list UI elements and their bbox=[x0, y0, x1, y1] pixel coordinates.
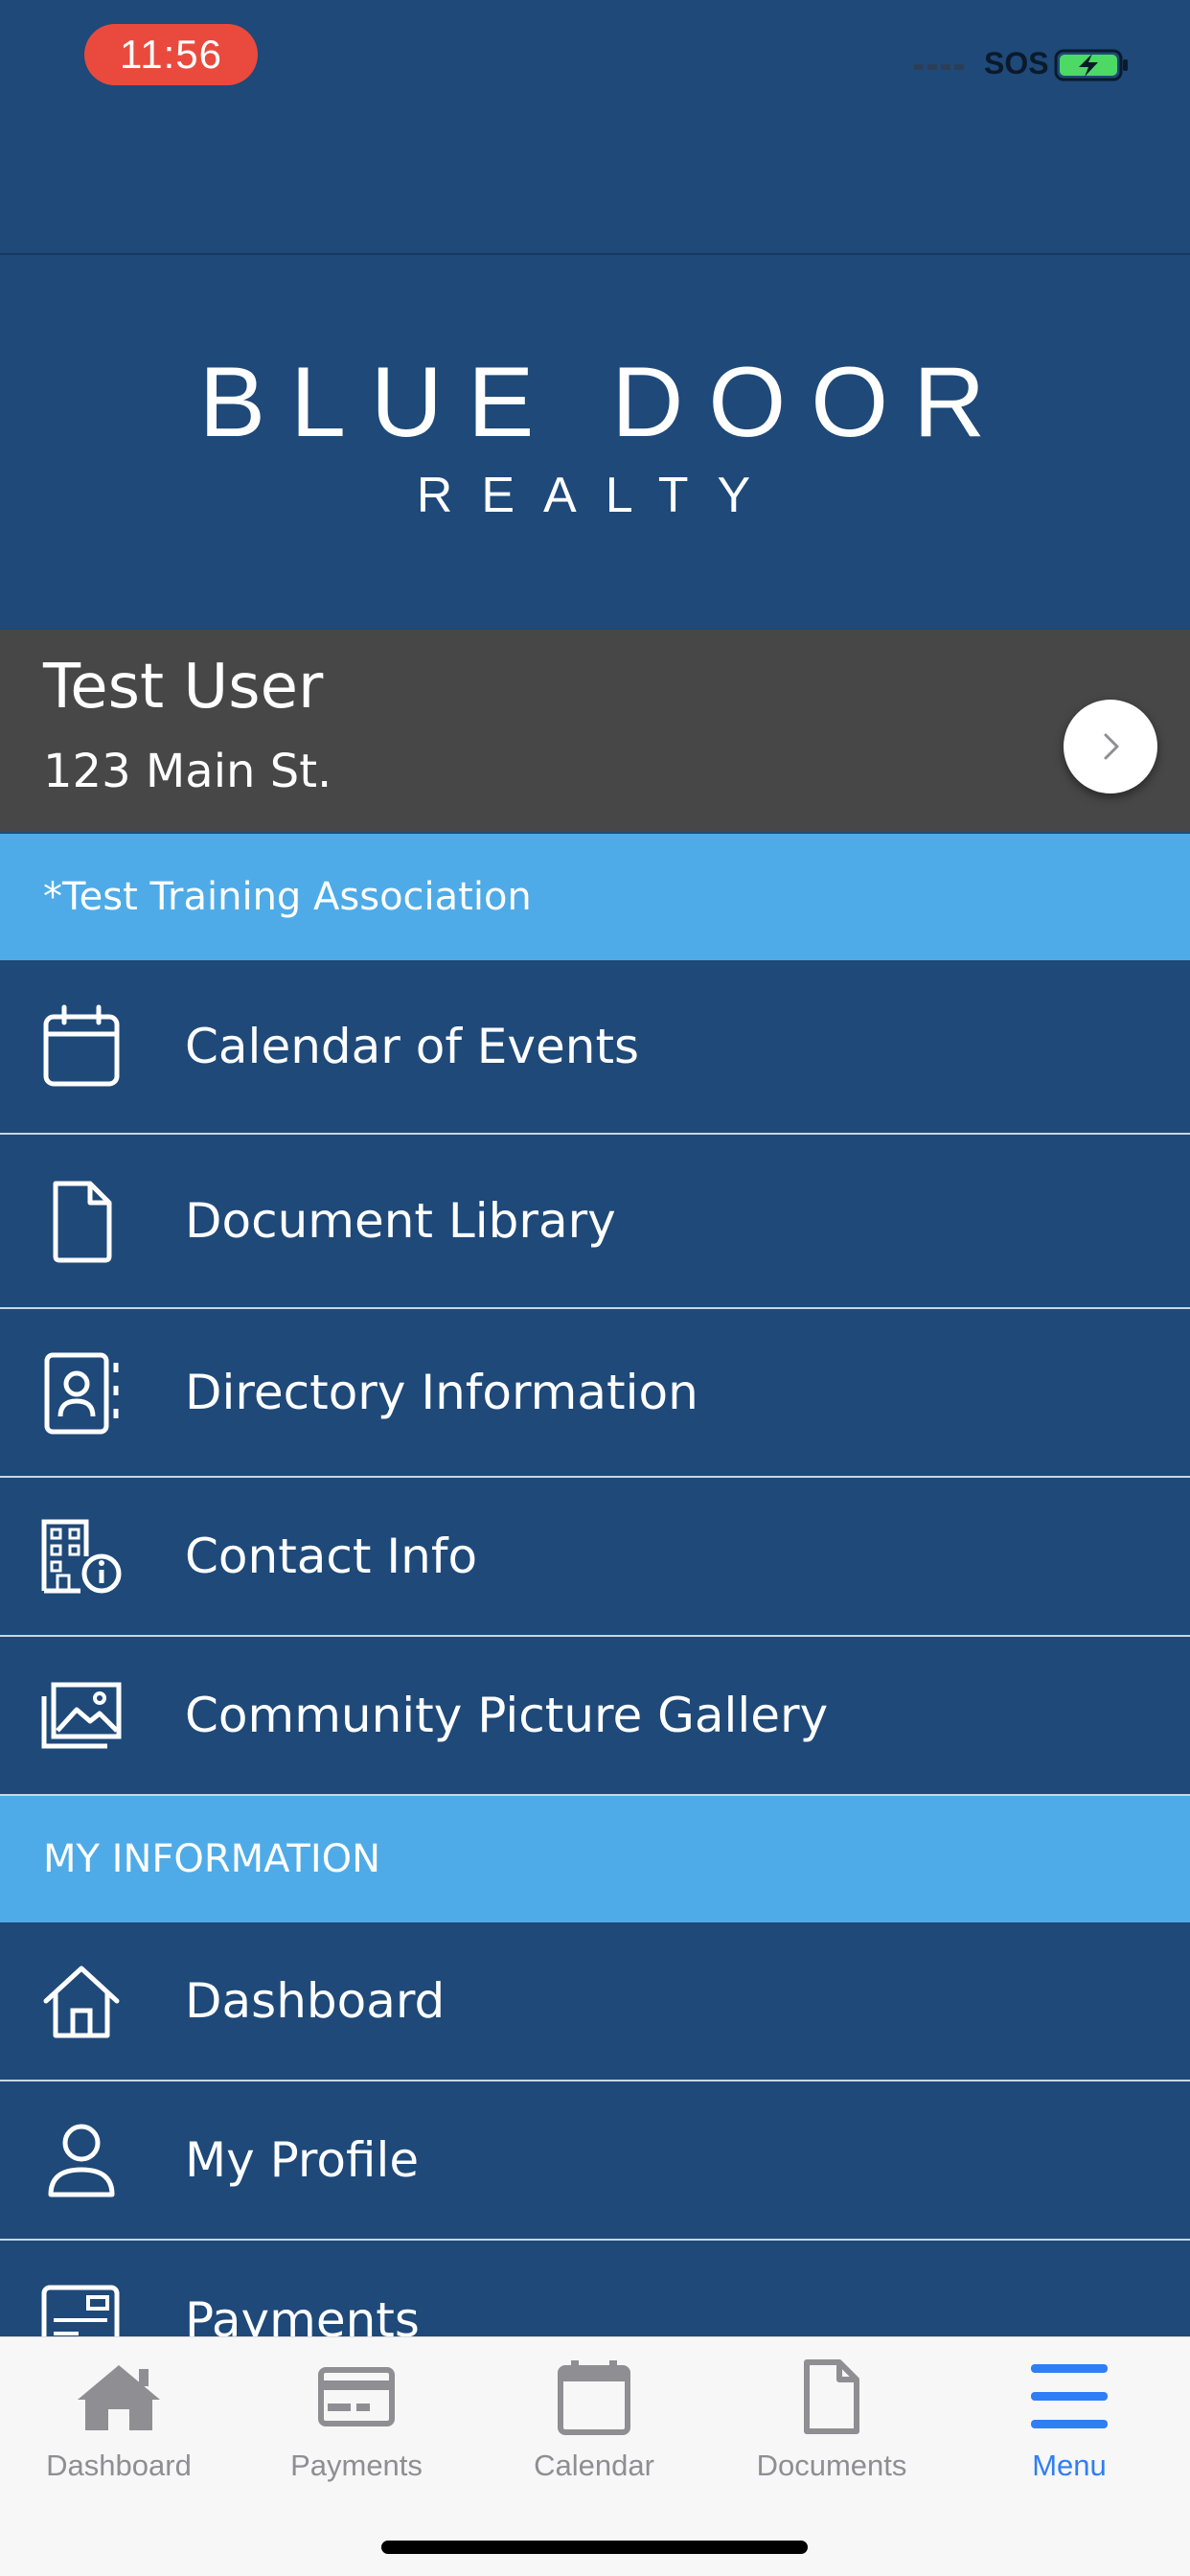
gallery-icon bbox=[38, 1672, 125, 1759]
status-bar: 11:56 SOS bbox=[0, 0, 1190, 144]
tab-documents[interactable]: Documents bbox=[713, 2349, 950, 2493]
user-card[interactable]: Test User 123 Main St. bbox=[0, 630, 1190, 832]
document-icon bbox=[38, 1178, 125, 1264]
tab-label: Documents bbox=[756, 2449, 907, 2482]
status-time: 11:56 bbox=[84, 24, 258, 85]
tab-label: Payments bbox=[290, 2449, 423, 2482]
chevron-right-icon bbox=[1104, 733, 1119, 760]
contact-book-icon bbox=[38, 1349, 125, 1436]
menu-item-label: Directory Information bbox=[185, 1365, 698, 1420]
user-address: 123 Main St. bbox=[43, 745, 332, 798]
menu-item-contact-info[interactable]: Contact Info bbox=[0, 1478, 1190, 1637]
home-icon bbox=[0, 2349, 238, 2445]
user-name: Test User bbox=[43, 652, 324, 723]
calendar-icon bbox=[475, 2349, 713, 2445]
tab-dashboard[interactable]: Dashboard bbox=[0, 2349, 238, 2493]
tab-label: Dashboard bbox=[46, 2449, 192, 2482]
tab-menu[interactable]: Menu bbox=[950, 2349, 1188, 2493]
home-icon bbox=[38, 1958, 125, 2044]
user-details-button[interactable] bbox=[1064, 700, 1157, 794]
menu-item-directory-information[interactable]: Directory Information bbox=[0, 1309, 1190, 1478]
home-indicator bbox=[381, 2541, 808, 2554]
menu-item-label: Community Picture Gallery bbox=[185, 1688, 829, 1743]
battery-charging-icon bbox=[1054, 49, 1128, 81]
menu-item-label: Calendar of Events bbox=[185, 1019, 640, 1074]
menu-item-dashboard[interactable]: Dashboard bbox=[0, 1922, 1190, 2082]
menu-item-document-library[interactable]: Document Library bbox=[0, 1135, 1190, 1309]
menu-item-label: Dashboard bbox=[185, 1973, 446, 2029]
carrier-label: SOS bbox=[984, 46, 1049, 80]
menu-item-label: Contact Info bbox=[185, 1529, 478, 1584]
logo-main-text: BLUE DOOR bbox=[198, 347, 1011, 458]
section-header-my-information: MY INFORMATION bbox=[0, 1796, 1190, 1922]
tab-payments[interactable]: Payments bbox=[238, 2349, 475, 2493]
menu-item-label: Document Library bbox=[185, 1193, 616, 1249]
logo-sub-text: REALTY bbox=[416, 468, 780, 523]
signal-icon bbox=[914, 56, 972, 79]
calendar-icon bbox=[38, 1003, 125, 1090]
tab-label: Calendar bbox=[534, 2449, 654, 2482]
brand-logo: BLUE DOOR REALTY bbox=[0, 345, 1190, 529]
person-icon bbox=[38, 2117, 125, 2203]
building-info-icon bbox=[38, 1513, 125, 1599]
nav-divider bbox=[0, 253, 1190, 255]
document-icon bbox=[713, 2349, 950, 2445]
tab-label: Menu bbox=[1032, 2449, 1107, 2482]
section-header-association: *Test Training Association bbox=[0, 834, 1190, 960]
credit-card-icon bbox=[238, 2349, 475, 2445]
menu-item-community-picture-gallery[interactable]: Community Picture Gallery bbox=[0, 1637, 1190, 1796]
menu-item-calendar-of-events[interactable]: Calendar of Events bbox=[0, 960, 1190, 1135]
menu-item-my-profile[interactable]: My Profile bbox=[0, 2082, 1190, 2241]
tab-calendar[interactable]: Calendar bbox=[475, 2349, 713, 2493]
menu-icon bbox=[950, 2349, 1188, 2445]
menu-item-label: My Profile bbox=[185, 2132, 420, 2188]
